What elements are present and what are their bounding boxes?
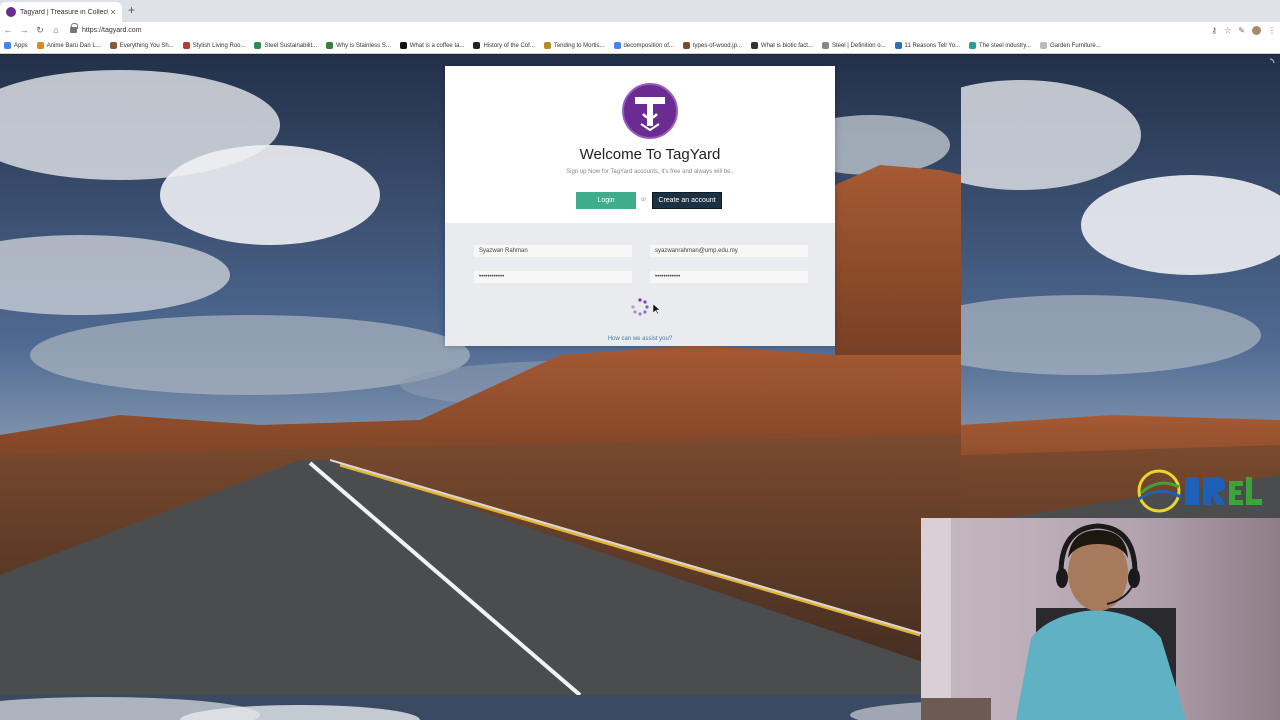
url-text[interactable]: https://tagyard.com xyxy=(82,27,142,34)
new-tab-button[interactable]: + xyxy=(128,3,135,17)
lock-icon xyxy=(70,23,78,33)
bookmark-label: Stylish Living Roo... xyxy=(192,42,246,49)
bookmark-label: Anime Baru Dan L... xyxy=(46,42,101,49)
welcome-heading: Welcome To TagYard xyxy=(579,146,721,163)
page-loading-icon xyxy=(1269,58,1275,64)
home-icon[interactable]: ⌂ xyxy=(48,25,64,35)
bookmark-item[interactable]: types-of-wood.jp... xyxy=(682,42,742,49)
bookmark-label: Everything You Sh... xyxy=(119,42,174,49)
bookmark-label: decomposition of... xyxy=(623,42,674,49)
bookmark-label: The steel industry... xyxy=(979,42,1031,49)
bookmark-favicon-icon xyxy=(326,42,334,49)
welcome-subtitle: Sign up Now for TagYard accounts, it's f… xyxy=(566,169,734,175)
tab-bar: Tagyard | Treasure in Collectio × + xyxy=(0,0,1280,22)
confirm-password-field[interactable]: •••••••••••• xyxy=(649,270,809,284)
bookmark-label: Steel | Definition o... xyxy=(831,42,886,49)
bookmark-favicon-icon xyxy=(399,42,407,49)
browser-toolbar: ← → ↻ ⌂ https://tagyard.com ⚷ ☆ ✎ ⋮ xyxy=(0,22,1280,38)
bookmark-item[interactable]: Stylish Living Roo... xyxy=(182,42,246,49)
browser-tab[interactable]: Tagyard | Treasure in Collectio × xyxy=(0,2,122,22)
bookmark-item[interactable]: Anime Baru Dan L... xyxy=(36,42,101,49)
bookmark-item[interactable]: What is biotic fact... xyxy=(750,42,813,49)
bookmark-label: Tending to Mortis... xyxy=(553,42,605,49)
bookmark-label: Garden Furniture... xyxy=(1049,42,1101,49)
bookmark-favicon-icon xyxy=(473,42,481,49)
bookmark-label: What is biotic fact... xyxy=(760,42,813,49)
bookmark-item[interactable]: History of the Cof... xyxy=(473,42,535,49)
email-field[interactable]: syazwanrahman@ump.edu.my xyxy=(649,244,809,258)
full-name-field[interactable]: Syazwan Rahman xyxy=(473,244,633,258)
or-separator: or xyxy=(641,197,647,203)
bookmark-favicon-icon xyxy=(894,42,902,49)
bookmark-item[interactable]: Steel Sustainabilit... xyxy=(254,42,317,49)
bookmark-favicon-icon xyxy=(182,42,190,49)
tagyard-favicon-icon xyxy=(6,7,16,17)
address-bar[interactable]: https://tagyard.com xyxy=(70,23,142,37)
bookmark-label: What is a coffee ta... xyxy=(409,42,465,49)
bookmark-favicon-icon xyxy=(254,42,262,49)
reload-icon[interactable]: ↻ xyxy=(32,25,48,36)
bookmark-favicon-icon xyxy=(750,42,758,49)
bookmark-favicon-icon xyxy=(4,42,11,49)
forward-icon[interactable]: → xyxy=(16,25,32,35)
bookmark-item[interactable]: What is a coffee ta... xyxy=(399,42,465,49)
bookmark-item[interactable]: Tending to Mortis... xyxy=(543,42,605,49)
avatar-icon[interactable] xyxy=(1252,25,1261,35)
bookmark-favicon-icon xyxy=(682,42,690,49)
menu-icon[interactable]: ⋮ xyxy=(1268,26,1276,35)
signup-card: Welcome To TagYard Sign up Now for TagYa… xyxy=(445,66,835,346)
bookmark-item[interactable]: Steel | Definition o... xyxy=(821,42,886,49)
bookmark-label: Apps xyxy=(14,42,28,49)
bookmark-favicon-icon xyxy=(109,42,117,49)
cursor-icon xyxy=(653,304,661,314)
login-button[interactable]: Login xyxy=(576,192,636,209)
bookmark-item[interactable]: 11 Reasons Tell Yo... xyxy=(894,42,961,49)
back-icon[interactable]: ← xyxy=(0,25,16,35)
bookmark-label: Steel Sustainabilit... xyxy=(264,42,318,49)
tab-title: Tagyard | Treasure in Collectio xyxy=(20,8,108,16)
card-form-section xyxy=(445,223,835,346)
bookmark-apps[interactable]: Apps xyxy=(4,42,28,49)
bookmark-favicon-icon xyxy=(1039,42,1047,49)
bookmark-item[interactable]: Everything You Sh... xyxy=(109,42,174,49)
tagyard-logo-icon xyxy=(622,83,678,139)
bookmark-favicon-icon xyxy=(969,42,977,49)
webcam-overlay-image xyxy=(921,518,1280,720)
bookmark-item[interactable]: Why is Stainless S... xyxy=(326,42,391,49)
bookmark-favicon-icon xyxy=(543,42,551,49)
bookmarks-bar: Apps Anime Baru Dan L... Everything You Sh… xyxy=(0,38,1280,54)
bookmark-favicon-icon xyxy=(36,42,44,49)
bookmark-favicon-icon xyxy=(613,42,621,49)
close-tab-icon[interactable]: × xyxy=(108,7,118,17)
bookmark-label: 11 Reasons Tell Yo... xyxy=(904,42,961,49)
pen-icon[interactable]: ✎ xyxy=(1238,26,1245,35)
loading-spinner-icon xyxy=(631,298,649,316)
key-icon[interactable]: ⚷ xyxy=(1211,26,1217,35)
bookmark-label: Why is Stainless S... xyxy=(336,42,391,49)
bookmark-label: History of the Cof... xyxy=(483,42,535,49)
password-field[interactable]: •••••••••••• xyxy=(473,270,633,284)
bookmark-favicon-icon xyxy=(821,42,829,49)
bookmark-item[interactable]: decomposition of... xyxy=(613,42,674,49)
create-account-button[interactable]: Create an account xyxy=(652,192,722,209)
bookmark-item[interactable]: Garden Furniture... xyxy=(1039,42,1101,49)
star-icon[interactable]: ☆ xyxy=(1224,26,1231,35)
bookmark-label: types-of-wood.jp... xyxy=(692,42,742,49)
bookmark-item[interactable]: The steel industry... xyxy=(969,42,1031,49)
assist-link[interactable]: How can we assist you? xyxy=(445,336,835,342)
channel-brand-logo xyxy=(1137,469,1262,513)
